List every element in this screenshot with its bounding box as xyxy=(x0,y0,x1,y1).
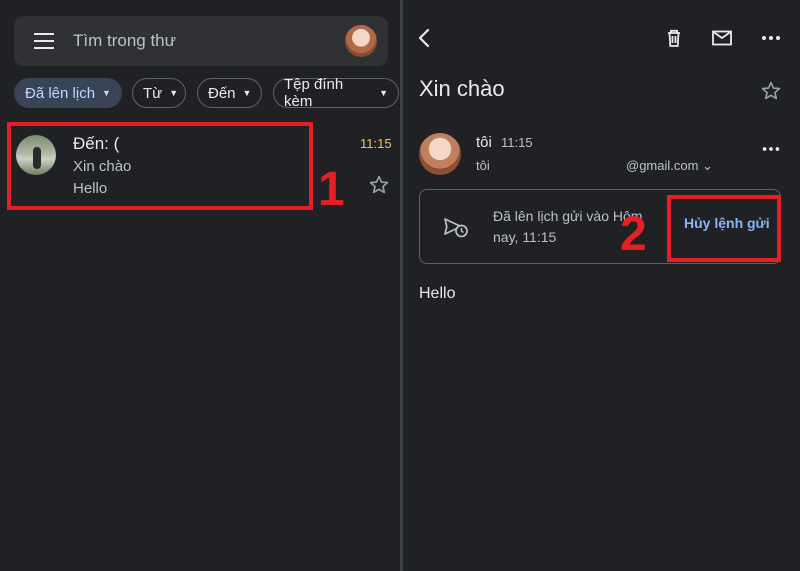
star-icon[interactable] xyxy=(760,80,782,102)
caret-down-icon: ▼ xyxy=(379,88,388,98)
email-time: 11:15 xyxy=(360,136,392,151)
message-body: Hello xyxy=(419,285,456,302)
inbox-pane: Tìm trong thư Đã lên lịch ▼ Từ ▼ Đến ▼ Tệp … xyxy=(0,0,400,571)
filter-chip-from[interactable]: Từ ▼ xyxy=(132,78,186,108)
chip-label: Đến xyxy=(208,84,236,102)
filter-chip-attachment[interactable]: Tệp đính kèm ▼ xyxy=(273,76,399,110)
filter-chip-scheduled[interactable]: Đã lên lịch ▼ xyxy=(14,78,122,108)
star-icon[interactable] xyxy=(368,174,390,196)
scheduled-send-icon xyxy=(444,218,468,238)
menu-icon[interactable] xyxy=(34,33,54,49)
recipient-email[interactable]: @gmail.com ⌄ xyxy=(626,158,713,174)
search-bar[interactable]: Tìm trong thư xyxy=(14,16,388,66)
chip-label: Tệp đính kèm xyxy=(284,76,344,110)
step-1-highlight-box xyxy=(7,122,313,210)
more-options-icon[interactable] xyxy=(759,26,783,50)
sender-name: tôi xyxy=(476,134,492,151)
more-options-icon[interactable] xyxy=(760,138,782,160)
delete-icon[interactable] xyxy=(662,26,686,50)
mail-icon[interactable] xyxy=(710,26,734,50)
back-arrow-icon[interactable] xyxy=(413,26,437,50)
step-2-marker: 2 xyxy=(620,208,647,261)
account-avatar[interactable] xyxy=(345,25,377,57)
caret-down-icon: ▼ xyxy=(242,88,252,98)
step-2-highlight-box xyxy=(667,195,781,262)
sender-avatar[interactable] xyxy=(419,133,461,175)
caret-down-icon: ▼ xyxy=(102,88,111,98)
filter-chip-to[interactable]: Đến ▼ xyxy=(197,78,262,108)
caret-down-icon: ▼ xyxy=(169,88,179,98)
message-subject: Xin chào xyxy=(419,76,505,101)
sender-time: 11:15 xyxy=(501,135,533,150)
step-1-marker: 1 xyxy=(318,163,345,216)
chip-label: Từ xyxy=(143,84,163,102)
message-pane: Xin chào tôi 11:15 tôi @gmail.com ⌄ Đã l… xyxy=(403,0,800,571)
recipient-label[interactable]: tôi xyxy=(476,158,490,173)
chip-label: Đã lên lịch xyxy=(25,84,96,102)
search-input[interactable]: Tìm trong thư xyxy=(73,31,176,51)
